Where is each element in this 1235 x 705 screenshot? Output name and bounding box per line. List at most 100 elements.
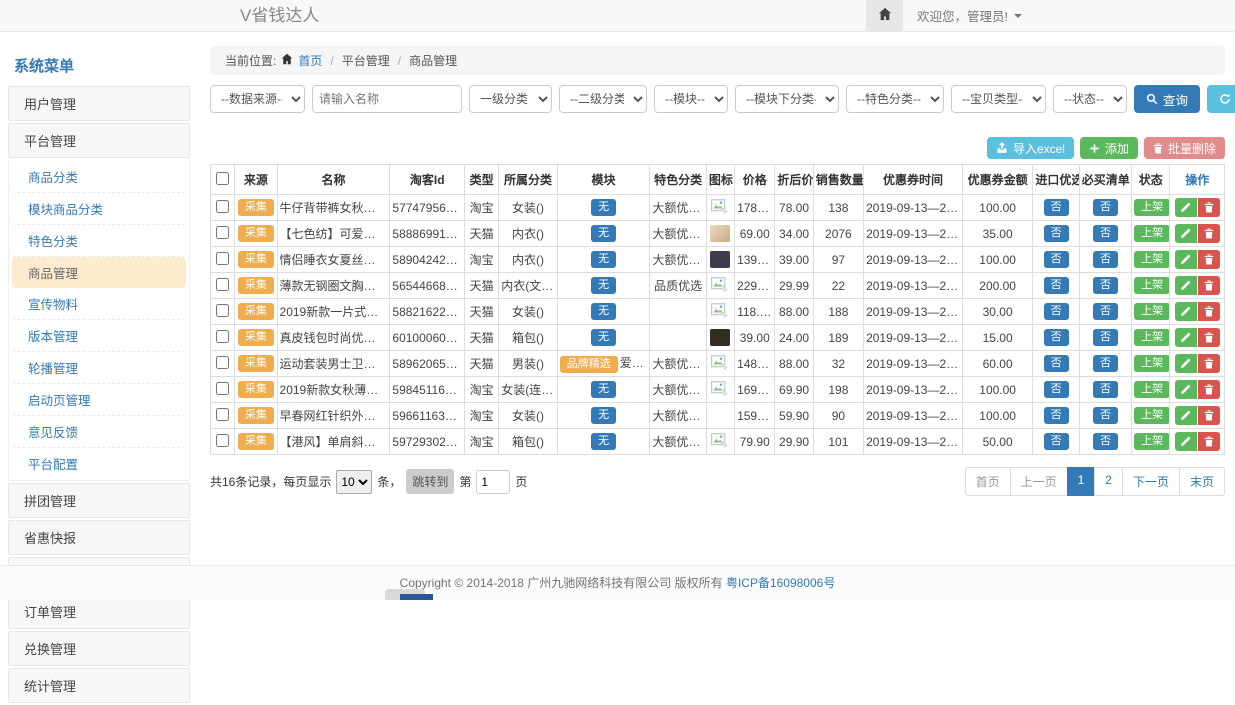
no-badge[interactable]: 否 <box>1044 251 1069 268</box>
status-badge[interactable]: 上架 <box>1134 433 1170 450</box>
add-button[interactable]: 添加 <box>1080 137 1138 159</box>
no-badge[interactable]: 否 <box>1044 329 1069 346</box>
filter-select-item-type[interactable]: --宝贝类型-- <box>951 85 1046 113</box>
filter-select-module[interactable]: --模块-- <box>654 85 728 113</box>
home-button[interactable] <box>866 0 903 31</box>
sidebar-item-saving-news[interactable]: 省惠快报 <box>8 520 190 555</box>
pager-item-上一页[interactable]: 上一页 <box>1010 467 1068 496</box>
no-badge[interactable]: 否 <box>1044 225 1069 242</box>
row-checkbox[interactable] <box>216 356 229 369</box>
sidebar-item-promo-materials[interactable]: 宣传物料 <box>12 288 186 320</box>
no-badge[interactable]: 否 <box>1093 381 1118 398</box>
sidebar-item-product-category[interactable]: 商品分类 <box>12 161 186 193</box>
delete-button[interactable] <box>1198 354 1220 373</box>
row-checkbox[interactable] <box>216 252 229 265</box>
no-badge[interactable]: 否 <box>1093 329 1118 346</box>
delete-button[interactable] <box>1198 224 1220 243</box>
pager-item-1[interactable]: 1 <box>1067 467 1096 496</box>
row-checkbox[interactable] <box>216 434 229 447</box>
no-badge[interactable]: 否 <box>1093 225 1118 242</box>
no-badge[interactable]: 否 <box>1093 407 1118 424</box>
sidebar-item-groupbuy-management[interactable]: 拼团管理 <box>8 483 190 518</box>
sidebar-item-featured-category[interactable]: 特色分类 <box>12 225 186 257</box>
pager-item-2[interactable]: 2 <box>1094 467 1123 496</box>
edit-button[interactable] <box>1175 198 1197 217</box>
status-badge[interactable]: 上架 <box>1134 355 1170 372</box>
filter-select-data-source[interactable]: --数据来源-- <box>210 85 305 113</box>
row-checkbox[interactable] <box>216 278 229 291</box>
sidebar-item-version-management[interactable]: 版本管理 <box>12 320 186 352</box>
status-badge[interactable]: 上架 <box>1134 303 1170 320</box>
edit-button[interactable] <box>1175 354 1197 373</box>
status-badge[interactable]: 上架 <box>1134 225 1170 242</box>
edit-button[interactable] <box>1175 406 1197 425</box>
delete-button[interactable] <box>1198 276 1220 295</box>
filter-select-level2-category[interactable]: --二级分类-- <box>559 85 647 113</box>
no-badge[interactable]: 否 <box>1093 303 1118 320</box>
delete-button[interactable] <box>1198 406 1220 425</box>
sidebar-item-splash-page-management[interactable]: 启动页管理 <box>12 384 186 416</box>
edit-button[interactable] <box>1175 250 1197 269</box>
no-badge[interactable]: 否 <box>1044 381 1069 398</box>
delete-button[interactable] <box>1198 198 1220 217</box>
user-menu[interactable]: 欢迎您，管理员! <box>903 0 1036 31</box>
sidebar-item-product-management[interactable]: 商品管理 <box>12 257 186 288</box>
no-badge[interactable]: 否 <box>1044 303 1069 320</box>
no-badge[interactable]: 否 <box>1093 251 1118 268</box>
no-badge[interactable]: 否 <box>1093 277 1118 294</box>
delete-button[interactable] <box>1198 328 1220 347</box>
no-badge[interactable]: 否 <box>1044 433 1069 450</box>
page-size-select[interactable]: 10 <box>336 470 372 494</box>
breadcrumb-home-link[interactable]: 首页 <box>298 52 322 69</box>
delete-button[interactable] <box>1198 380 1220 399</box>
status-badge[interactable]: 上架 <box>1134 277 1170 294</box>
row-checkbox[interactable] <box>216 330 229 343</box>
select-all-checkbox[interactable] <box>216 172 229 185</box>
filter-select-module-subcategory[interactable]: --模块下分类-- <box>735 85 839 113</box>
sidebar-item-feedback[interactable]: 意见反馈 <box>12 416 186 448</box>
no-badge[interactable]: 否 <box>1044 199 1069 216</box>
status-badge[interactable]: 上架 <box>1134 407 1170 424</box>
sidebar-item-exchange-management[interactable]: 兑换管理 <box>8 631 190 666</box>
status-badge[interactable]: 上架 <box>1134 329 1170 346</box>
row-checkbox[interactable] <box>216 226 229 239</box>
pager-item-末页[interactable]: 末页 <box>1179 467 1225 496</box>
row-checkbox[interactable] <box>216 200 229 213</box>
sidebar-item-module-product-category[interactable]: 模块商品分类 <box>12 193 186 225</box>
pager-item-首页[interactable]: 首页 <box>965 467 1011 496</box>
batch-delete-button[interactable]: 批量删除 <box>1144 137 1225 159</box>
pager-item-下一页[interactable]: 下一页 <box>1122 467 1180 496</box>
query-button[interactable]: 查询 <box>1134 85 1200 113</box>
row-checkbox[interactable] <box>216 408 229 421</box>
edit-button[interactable] <box>1175 380 1197 399</box>
row-checkbox[interactable] <box>216 304 229 317</box>
no-badge[interactable]: 否 <box>1093 355 1118 372</box>
row-checkbox[interactable] <box>216 382 229 395</box>
edit-button[interactable] <box>1175 328 1197 347</box>
no-badge[interactable]: 否 <box>1044 277 1069 294</box>
no-badge[interactable]: 否 <box>1093 433 1118 450</box>
sidebar-item-stats-management[interactable]: 统计管理 <box>8 668 190 703</box>
filter-select-featured-category[interactable]: --特色分类-- <box>846 85 944 113</box>
filter-select-level1-category[interactable]: 一级分类 <box>469 85 552 113</box>
delete-button[interactable] <box>1198 302 1220 321</box>
filter-select-status[interactable]: --状态-- <box>1053 85 1127 113</box>
no-badge[interactable]: 否 <box>1044 407 1069 424</box>
sidebar-item-user-management[interactable]: 用户管理 <box>8 86 190 121</box>
status-badge[interactable]: 上架 <box>1134 381 1170 398</box>
edit-button[interactable] <box>1175 432 1197 451</box>
sidebar-item-platform-config[interactable]: 平台配置 <box>12 448 186 479</box>
status-badge[interactable]: 上架 <box>1134 199 1170 216</box>
no-badge[interactable]: 否 <box>1093 199 1118 216</box>
jump-page-input[interactable] <box>476 470 510 494</box>
icp-link[interactable]: 粤ICP备16098006号 <box>726 576 835 590</box>
import-excel-button[interactable]: 导入excel <box>987 137 1074 159</box>
edit-button[interactable] <box>1175 224 1197 243</box>
delete-button[interactable] <box>1198 432 1220 451</box>
status-badge[interactable]: 上架 <box>1134 251 1170 268</box>
sidebar-item-platform-management[interactable]: 平台管理 <box>8 123 190 158</box>
no-badge[interactable]: 否 <box>1044 355 1069 372</box>
reset-button[interactable]: 重置 <box>1207 85 1235 113</box>
sidebar-item-carousel-management[interactable]: 轮播管理 <box>12 352 186 384</box>
filter-input-name[interactable] <box>312 85 462 113</box>
